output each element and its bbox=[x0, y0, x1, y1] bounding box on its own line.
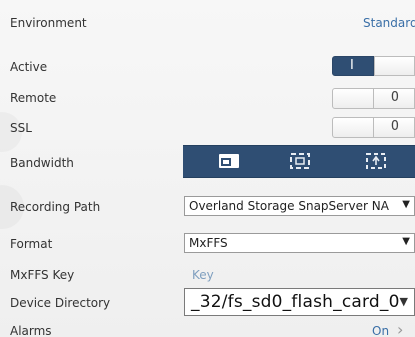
active-label: Active bbox=[10, 60, 48, 74]
chevron-right-icon[interactable]: › bbox=[397, 320, 403, 337]
mxffs-key-value[interactable]: Key bbox=[192, 268, 214, 282]
active-toggle-on: I bbox=[332, 56, 374, 76]
device-directory-value: _32/fs_sd0_flash_card_0 bbox=[191, 292, 400, 312]
window-icon[interactable] bbox=[218, 152, 240, 170]
device-directory-select[interactable]: _32/fs_sd0_flash_card_0 ▼ bbox=[184, 288, 415, 316]
chevron-down-icon: ▼ bbox=[399, 295, 408, 308]
bandwidth-label: Bandwidth bbox=[10, 156, 74, 170]
recording-path-label: Recording Path bbox=[10, 200, 101, 214]
remote-toggle-label: O bbox=[391, 90, 399, 105]
chevron-down-icon: ▼ bbox=[402, 236, 410, 247]
device-directory-label: Device Directory bbox=[10, 296, 111, 310]
alarms-value[interactable]: On bbox=[372, 324, 389, 337]
environment-value[interactable]: Standard bbox=[363, 16, 415, 30]
active-toggle-on-label: I bbox=[350, 58, 354, 73]
fullscreen-frame-icon[interactable] bbox=[289, 152, 311, 170]
bandwidth-segmented-control bbox=[183, 145, 415, 178]
recording-path-value: Overland Storage SnapServer NA bbox=[189, 199, 389, 213]
bandwidth-icon[interactable] bbox=[365, 152, 387, 170]
active-toggle[interactable]: I bbox=[332, 56, 415, 76]
format-label: Format bbox=[10, 237, 53, 251]
recording-path-select[interactable]: Overland Storage SnapServer NA ▼ bbox=[184, 196, 415, 216]
remote-toggle-off-side bbox=[332, 88, 374, 109]
format-value: MxFFS bbox=[189, 236, 228, 250]
chevron-down-icon: ▼ bbox=[402, 199, 410, 210]
remote-label: Remote bbox=[10, 91, 57, 105]
active-toggle-off-area bbox=[374, 56, 415, 76]
format-select[interactable]: MxFFS ▼ bbox=[184, 233, 415, 253]
camera-settings-panel: Environment Standard Active I Remote O S… bbox=[0, 0, 415, 337]
ssl-toggle-off-side bbox=[332, 117, 374, 138]
ssl-label: SSL bbox=[10, 121, 32, 135]
alarms-label: Alarms bbox=[10, 324, 52, 337]
ssl-toggle-label: O bbox=[391, 119, 399, 134]
ssl-toggle[interactable]: O bbox=[332, 117, 415, 138]
remote-toggle[interactable]: O bbox=[332, 88, 415, 109]
mxffs-key-label: MxFFS Key bbox=[10, 268, 75, 282]
environment-label: Environment bbox=[10, 16, 87, 30]
